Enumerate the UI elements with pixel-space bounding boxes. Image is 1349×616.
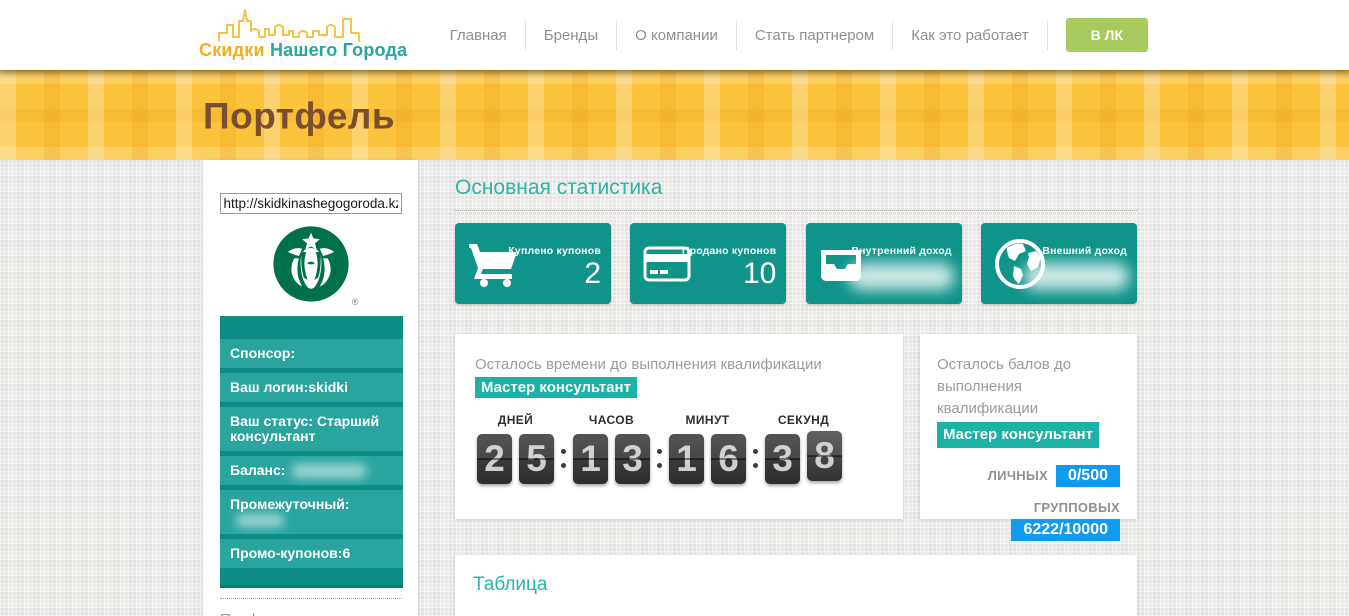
top-header: Скидки Нашего Города Главная Бренды О ко… [0,0,1349,70]
qualification-badge: Мастер консультант [475,377,637,399]
status-row: Ваш статус: Старший консультант [220,407,403,451]
points-text: Осталось балов до выполнения квалификаци… [937,354,1120,448]
site-logo[interactable]: Скидки Нашего Города [199,7,408,61]
starbucks-logo [272,226,349,302]
countdown-card: Осталось времени до выполнения квалифика… [455,334,903,519]
stat-label: Внутренний доход [851,245,952,257]
flip-digit: 2 [477,433,512,484]
section-title-statistics: Основная статистика [455,176,1137,211]
brand-logo-wrap: ® [265,224,359,309]
sponsor-row: Спонсор: [220,339,403,368]
flip-digit: 3 [765,433,800,484]
redacted-balance-value [291,464,368,479]
flip-digit: 5 [519,433,554,484]
redacted-internal-income-value [848,263,954,290]
personal-points-row: ЛИЧНЫХ 0/500 [937,465,1120,487]
nav-item-about[interactable]: О компании [617,20,737,50]
registered-trademark-symbol: ® [351,297,359,307]
qualification-row: Осталось времени до выполнения квалифика… [455,334,1137,541]
clock-colon [650,434,669,484]
city-skyline-icon [218,9,360,42]
main-nav: Главная Бренды О компании Стать партнеро… [432,0,1148,70]
points-values: ЛИЧНЫХ 0/500 ГРУППОВЫХ 6222/10000 [937,465,1120,541]
main-column: Основная статистика Куплено купонов 2 Пр… [455,160,1137,616]
group-points-badge: 6222/10000 [1011,519,1120,541]
countdown-minutes-group: МИНУТ 1 6 [669,413,746,484]
personal-points-badge: 0/500 [1055,465,1120,487]
stat-card-coupons-bought: Куплено купонов 2 [455,223,611,304]
table-section-title: Таблица [473,574,548,595]
sidebar-divider [220,598,402,600]
stat-value: 2 [584,257,601,290]
sidebar-card: ® Спонсор: Ваш логин:skidki Ваш статус: … [203,160,418,616]
redacted-intermediate-value [236,514,284,528]
flip-digit: 3 [615,433,650,484]
clock-colon [554,434,573,484]
countdown-seconds-group: СЕКУНД 3 8 [765,413,842,484]
referral-url-input[interactable] [219,193,402,214]
profile-link[interactable]: Профиль [220,611,418,616]
flip-digit: 1 [573,433,608,484]
countdown-days-group: ДНЕЙ 2 5 [477,413,554,484]
qualification-badge: Мастер консультант [937,422,1099,448]
nav-item-home[interactable]: Главная [432,20,526,50]
account-info-block: Спонсор: Ваш логин:skidki Ваш статус: Ст… [220,316,403,589]
redacted-external-income-value [1023,263,1129,290]
flip-digit: 1 [669,433,704,484]
nav-item-partner[interactable]: Стать партнером [737,20,894,50]
countdown-text: Осталось времени до выполнения квалифика… [475,356,822,399]
stat-card-internal-income: Внутренний доход [805,223,962,304]
flip-digit: 8 [807,430,842,481]
stat-cards-row: Куплено купонов 2 Продано купонов 10 Вну… [455,223,1137,304]
page-title: Портфель [203,95,396,137]
countdown-clock: ДНЕЙ 2 5 ЧАСОВ 1 3 МИНУТ 1 6 СЕКУНД 3 8 [477,413,883,484]
intermediate-row: Промежуточный: [220,490,403,535]
points-card: Осталось балов до выполнения квалификаци… [920,334,1137,541]
clock-colon [746,434,765,484]
table-card: Таблица [455,555,1137,616]
personal-cabinet-button[interactable]: В ЛК [1065,18,1148,52]
page-banner: Портфель [0,70,1349,160]
stat-card-coupons-sold: Продано купонов 10 [630,223,787,304]
nav-item-brands[interactable]: Бренды [526,20,618,50]
nav-item-how-it-works[interactable]: Как это работает [893,20,1048,50]
stat-value: 10 [742,257,777,290]
stat-label: Внешний доход [1042,245,1127,257]
countdown-hours-group: ЧАСОВ 1 3 [573,413,650,484]
flip-digit: 6 [711,433,746,484]
balance-row: Баланс: [220,456,403,486]
promo-coupons-row: Промо-купонов:6 [220,539,403,569]
login-row: Ваш логин:skidki [220,373,403,402]
site-logo-text: Скидки Нашего Города [199,40,408,60]
portfolio-page: Скидки Нашего Города Главная Бренды О ко… [0,0,1349,616]
stat-card-external-income: Внешний доход [980,223,1137,304]
